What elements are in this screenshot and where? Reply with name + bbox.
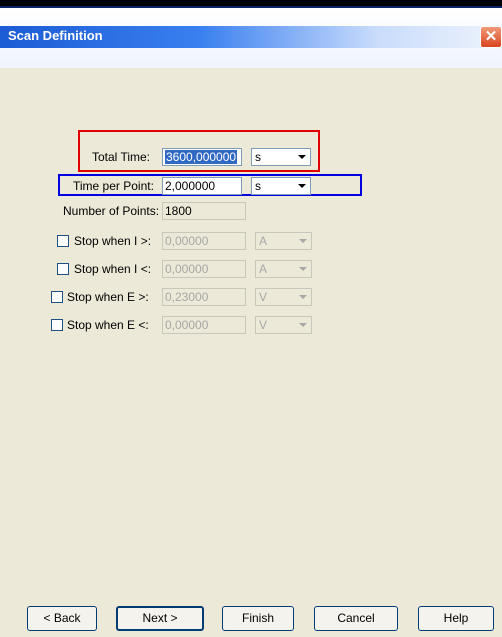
total-time-input[interactable]: 3600,000000 bbox=[162, 148, 242, 166]
close-icon: ✕ bbox=[484, 28, 498, 45]
stop-e-lt-unit-select[interactable]: V bbox=[255, 316, 312, 334]
stop-i-lt-label: Stop when I <: bbox=[74, 262, 152, 276]
chevron-down-icon[interactable] bbox=[295, 261, 311, 277]
time-per-point-input[interactable]: 2,000000 bbox=[162, 177, 242, 195]
chevron-down-icon[interactable] bbox=[295, 317, 311, 333]
chevron-down-icon[interactable] bbox=[295, 233, 311, 249]
stop-e-lt-input[interactable]: 0,00000 bbox=[162, 316, 246, 334]
time-per-point-label: Time per Point: bbox=[73, 179, 154, 193]
stop-i-gt-input[interactable]: 0,00000 bbox=[162, 232, 246, 250]
stop-e-gt-label: Stop when E >: bbox=[67, 290, 149, 304]
title-bar: Scan Definition ✕ bbox=[0, 6, 502, 68]
number-of-points-label: Number of Points: bbox=[63, 204, 160, 218]
stop-i-gt-checkbox[interactable] bbox=[57, 235, 69, 247]
back-button[interactable]: < Back bbox=[27, 606, 97, 631]
help-button[interactable]: Help bbox=[418, 606, 494, 631]
cancel-button[interactable]: Cancel bbox=[314, 606, 398, 631]
total-time-label: Total Time: bbox=[92, 150, 151, 164]
chevron-down-icon[interactable] bbox=[294, 178, 310, 194]
next-button[interactable]: Next > bbox=[116, 606, 204, 631]
stop-e-gt-unit-select[interactable]: V bbox=[255, 288, 312, 306]
stop-e-gt-checkbox[interactable] bbox=[51, 291, 63, 303]
finish-button[interactable]: Finish bbox=[222, 606, 294, 631]
chevron-down-icon[interactable] bbox=[294, 149, 310, 165]
stop-e-lt-checkbox[interactable] bbox=[51, 319, 63, 331]
total-time-unit-select[interactable]: s bbox=[251, 148, 311, 166]
stop-e-lt-label: Stop when E <: bbox=[67, 318, 149, 332]
stop-i-gt-unit-select[interactable]: A bbox=[255, 232, 312, 250]
number-of-points-value: 1800 bbox=[162, 202, 246, 220]
stop-i-gt-label: Stop when I >: bbox=[74, 234, 152, 248]
stop-i-lt-unit-select[interactable]: A bbox=[255, 260, 312, 278]
dialog-content: Total Time: 3600,000000 s Time per Point… bbox=[0, 68, 502, 637]
window-title: Scan Definition bbox=[8, 28, 103, 43]
time-per-point-unit-select[interactable]: s bbox=[251, 177, 311, 195]
stop-i-lt-input[interactable]: 0,00000 bbox=[162, 260, 246, 278]
scan-definition-dialog: Scan Definition ✕ Total Time: 3600,00000… bbox=[0, 6, 502, 637]
stop-e-gt-input[interactable]: 0,23000 bbox=[162, 288, 246, 306]
stop-i-lt-checkbox[interactable] bbox=[57, 263, 69, 275]
chevron-down-icon[interactable] bbox=[295, 289, 311, 305]
close-button[interactable]: ✕ bbox=[480, 26, 502, 48]
